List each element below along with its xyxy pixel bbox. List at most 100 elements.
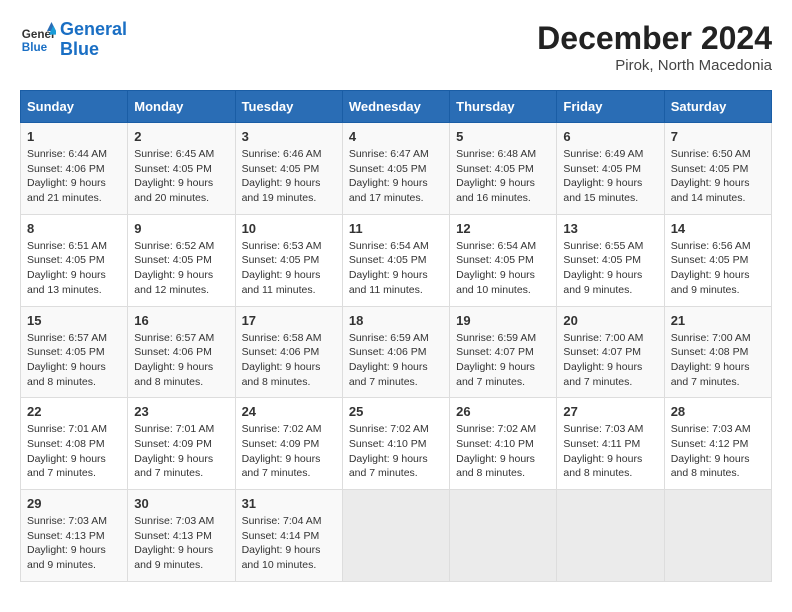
day-info: Sunrise: 7:02 AMSunset: 4:10 PMDaylight:…	[456, 422, 550, 481]
logo: General Blue GeneralBlue	[20, 20, 127, 60]
day-info: Sunrise: 6:50 AMSunset: 4:05 PMDaylight:…	[671, 147, 765, 206]
day-number: 11	[349, 221, 443, 236]
location-subtitle: Pirok, North Macedonia	[537, 57, 772, 74]
day-number: 29	[27, 496, 121, 511]
calendar-table: SundayMondayTuesdayWednesdayThursdayFrid…	[20, 90, 772, 582]
calendar-day	[342, 490, 449, 582]
day-info: Sunrise: 7:00 AMSunset: 4:07 PMDaylight:…	[563, 331, 657, 390]
day-info: Sunrise: 6:55 AMSunset: 4:05 PMDaylight:…	[563, 239, 657, 298]
calendar-day: 17 Sunrise: 6:58 AMSunset: 4:06 PMDaylig…	[235, 306, 342, 398]
day-info: Sunrise: 6:54 AMSunset: 4:05 PMDaylight:…	[456, 239, 550, 298]
day-info: Sunrise: 6:53 AMSunset: 4:05 PMDaylight:…	[242, 239, 336, 298]
day-number: 23	[134, 404, 228, 419]
day-number: 3	[242, 129, 336, 144]
day-info: Sunrise: 6:49 AMSunset: 4:05 PMDaylight:…	[563, 147, 657, 206]
day-info: Sunrise: 6:54 AMSunset: 4:05 PMDaylight:…	[349, 239, 443, 298]
day-info: Sunrise: 7:02 AMSunset: 4:10 PMDaylight:…	[349, 422, 443, 481]
calendar-week-4: 22 Sunrise: 7:01 AMSunset: 4:08 PMDaylig…	[21, 398, 772, 490]
calendar-week-1: 1 Sunrise: 6:44 AMSunset: 4:06 PMDayligh…	[21, 123, 772, 215]
day-number: 6	[563, 129, 657, 144]
day-number: 8	[27, 221, 121, 236]
calendar-day: 11 Sunrise: 6:54 AMSunset: 4:05 PMDaylig…	[342, 214, 449, 306]
calendar-body: 1 Sunrise: 6:44 AMSunset: 4:06 PMDayligh…	[21, 123, 772, 582]
calendar-day: 28 Sunrise: 7:03 AMSunset: 4:12 PMDaylig…	[664, 398, 771, 490]
calendar-day: 30 Sunrise: 7:03 AMSunset: 4:13 PMDaylig…	[128, 490, 235, 582]
day-info: Sunrise: 6:56 AMSunset: 4:05 PMDaylight:…	[671, 239, 765, 298]
calendar-day	[664, 490, 771, 582]
day-number: 4	[349, 129, 443, 144]
day-info: Sunrise: 6:59 AMSunset: 4:06 PMDaylight:…	[349, 331, 443, 390]
day-number: 19	[456, 313, 550, 328]
day-info: Sunrise: 7:01 AMSunset: 4:09 PMDaylight:…	[134, 422, 228, 481]
day-number: 7	[671, 129, 765, 144]
calendar-day: 9 Sunrise: 6:52 AMSunset: 4:05 PMDayligh…	[128, 214, 235, 306]
calendar-day: 5 Sunrise: 6:48 AMSunset: 4:05 PMDayligh…	[450, 123, 557, 215]
day-info: Sunrise: 7:03 AMSunset: 4:12 PMDaylight:…	[671, 422, 765, 481]
day-number: 17	[242, 313, 336, 328]
day-number: 9	[134, 221, 228, 236]
calendar-day: 23 Sunrise: 7:01 AMSunset: 4:09 PMDaylig…	[128, 398, 235, 490]
day-info: Sunrise: 6:44 AMSunset: 4:06 PMDaylight:…	[27, 147, 121, 206]
calendar-day: 14 Sunrise: 6:56 AMSunset: 4:05 PMDaylig…	[664, 214, 771, 306]
day-number: 10	[242, 221, 336, 236]
weekday-friday: Friday	[557, 91, 664, 123]
day-number: 26	[456, 404, 550, 419]
day-number: 16	[134, 313, 228, 328]
day-info: Sunrise: 7:04 AMSunset: 4:14 PMDaylight:…	[242, 514, 336, 573]
calendar-week-2: 8 Sunrise: 6:51 AMSunset: 4:05 PMDayligh…	[21, 214, 772, 306]
calendar-week-5: 29 Sunrise: 7:03 AMSunset: 4:13 PMDaylig…	[21, 490, 772, 582]
day-info: Sunrise: 6:57 AMSunset: 4:06 PMDaylight:…	[134, 331, 228, 390]
day-number: 5	[456, 129, 550, 144]
calendar-day: 8 Sunrise: 6:51 AMSunset: 4:05 PMDayligh…	[21, 214, 128, 306]
day-number: 30	[134, 496, 228, 511]
calendar-day: 1 Sunrise: 6:44 AMSunset: 4:06 PMDayligh…	[21, 123, 128, 215]
title-block: December 2024 Pirok, North Macedonia	[537, 20, 772, 74]
day-info: Sunrise: 6:58 AMSunset: 4:06 PMDaylight:…	[242, 331, 336, 390]
day-info: Sunrise: 6:57 AMSunset: 4:05 PMDaylight:…	[27, 331, 121, 390]
calendar-day: 3 Sunrise: 6:46 AMSunset: 4:05 PMDayligh…	[235, 123, 342, 215]
day-number: 18	[349, 313, 443, 328]
day-info: Sunrise: 7:00 AMSunset: 4:08 PMDaylight:…	[671, 331, 765, 390]
weekday-tuesday: Tuesday	[235, 91, 342, 123]
day-number: 1	[27, 129, 121, 144]
day-number: 15	[27, 313, 121, 328]
day-info: Sunrise: 7:03 AMSunset: 4:13 PMDaylight:…	[27, 514, 121, 573]
day-info: Sunrise: 6:59 AMSunset: 4:07 PMDaylight:…	[456, 331, 550, 390]
weekday-sunday: Sunday	[21, 91, 128, 123]
calendar-day: 25 Sunrise: 7:02 AMSunset: 4:10 PMDaylig…	[342, 398, 449, 490]
day-info: Sunrise: 7:03 AMSunset: 4:11 PMDaylight:…	[563, 422, 657, 481]
calendar-day	[557, 490, 664, 582]
weekday-header-row: SundayMondayTuesdayWednesdayThursdayFrid…	[21, 91, 772, 123]
day-number: 2	[134, 129, 228, 144]
day-number: 14	[671, 221, 765, 236]
calendar-day	[450, 490, 557, 582]
day-info: Sunrise: 6:47 AMSunset: 4:05 PMDaylight:…	[349, 147, 443, 206]
logo-text: GeneralBlue	[60, 20, 127, 60]
day-info: Sunrise: 7:02 AMSunset: 4:09 PMDaylight:…	[242, 422, 336, 481]
day-number: 20	[563, 313, 657, 328]
calendar-day: 16 Sunrise: 6:57 AMSunset: 4:06 PMDaylig…	[128, 306, 235, 398]
day-info: Sunrise: 6:52 AMSunset: 4:05 PMDaylight:…	[134, 239, 228, 298]
day-number: 21	[671, 313, 765, 328]
day-info: Sunrise: 6:45 AMSunset: 4:05 PMDaylight:…	[134, 147, 228, 206]
day-number: 22	[27, 404, 121, 419]
calendar-day: 24 Sunrise: 7:02 AMSunset: 4:09 PMDaylig…	[235, 398, 342, 490]
calendar-day: 19 Sunrise: 6:59 AMSunset: 4:07 PMDaylig…	[450, 306, 557, 398]
calendar-day: 26 Sunrise: 7:02 AMSunset: 4:10 PMDaylig…	[450, 398, 557, 490]
logo-icon: General Blue	[20, 22, 56, 58]
calendar-day: 15 Sunrise: 6:57 AMSunset: 4:05 PMDaylig…	[21, 306, 128, 398]
day-number: 31	[242, 496, 336, 511]
day-number: 25	[349, 404, 443, 419]
calendar-day: 20 Sunrise: 7:00 AMSunset: 4:07 PMDaylig…	[557, 306, 664, 398]
month-year-title: December 2024	[537, 20, 772, 57]
calendar-week-3: 15 Sunrise: 6:57 AMSunset: 4:05 PMDaylig…	[21, 306, 772, 398]
calendar-day: 21 Sunrise: 7:00 AMSunset: 4:08 PMDaylig…	[664, 306, 771, 398]
day-info: Sunrise: 6:48 AMSunset: 4:05 PMDaylight:…	[456, 147, 550, 206]
weekday-saturday: Saturday	[664, 91, 771, 123]
day-info: Sunrise: 7:03 AMSunset: 4:13 PMDaylight:…	[134, 514, 228, 573]
day-number: 27	[563, 404, 657, 419]
page-header: General Blue GeneralBlue December 2024 P…	[20, 20, 772, 74]
day-number: 24	[242, 404, 336, 419]
day-number: 28	[671, 404, 765, 419]
calendar-day: 18 Sunrise: 6:59 AMSunset: 4:06 PMDaylig…	[342, 306, 449, 398]
